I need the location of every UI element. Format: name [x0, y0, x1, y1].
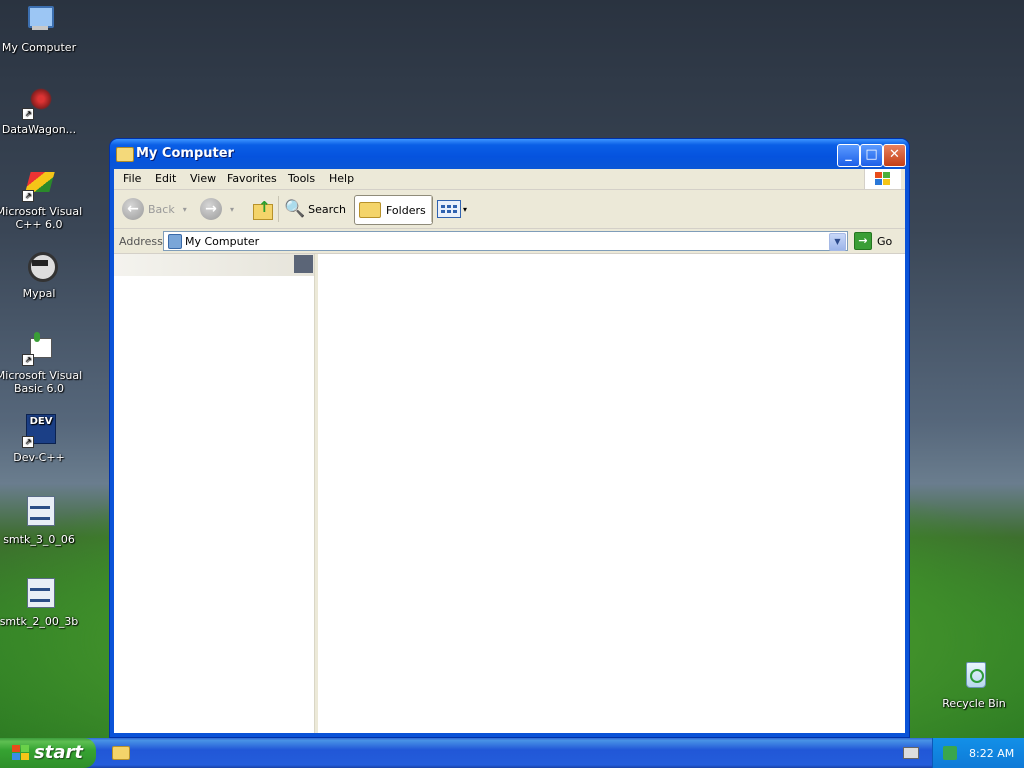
desktop-icon-dev-cpp[interactable]: DEV ↗ Dev-C++	[0, 414, 87, 464]
views-icon	[437, 200, 461, 218]
desktop-icon-smtk-2[interactable]: smtk_2_00_3b	[0, 578, 87, 628]
minimize-button[interactable]: _	[837, 144, 860, 167]
computer-icon	[168, 234, 182, 249]
desktop-icon-my-computer[interactable]: My Computer	[0, 4, 87, 54]
address-value: My Computer	[185, 235, 260, 248]
pane-close-button[interactable]	[294, 255, 313, 273]
windows-logo	[864, 169, 901, 189]
toolbar-separator	[278, 196, 279, 222]
folder-icon	[112, 746, 130, 760]
desktop-icon-recycle-bin[interactable]: Recycle Bin	[926, 660, 1022, 710]
address-bar: Address My Computer ▼ → Go	[114, 229, 905, 254]
installer-icon	[22, 578, 56, 612]
toolbar-separator	[431, 196, 432, 222]
shortcut-arrow-icon: ↗	[22, 436, 34, 448]
desktop-icon-mypal[interactable]: Mypal	[0, 250, 87, 300]
visual-basic-icon: ↗	[22, 332, 56, 366]
taskbar-item-my-computer[interactable]	[112, 743, 130, 761]
forward-button[interactable]: → ▾	[200, 195, 234, 223]
go-label: Go	[877, 234, 893, 248]
desktop-icon-label: Microsoft Visual C++ 6.0	[0, 205, 83, 231]
folders-pane-header	[114, 254, 314, 276]
my-computer-window[interactable]: My Computer _ □ ✕ File Edit View Favorit…	[110, 139, 909, 737]
shortcut-arrow-icon: ↗	[22, 108, 34, 120]
go-button[interactable]: → Go	[854, 232, 892, 250]
start-button[interactable]: start	[0, 738, 96, 768]
folders-pane[interactable]	[114, 254, 314, 733]
clock[interactable]: 8:22 AM	[969, 747, 1014, 760]
search-label: Search	[308, 202, 346, 216]
close-button[interactable]: ✕	[883, 144, 906, 167]
windows-flag-icon	[875, 172, 891, 186]
dropdown-arrow-icon: ▾	[230, 204, 235, 214]
maximize-button[interactable]: □	[860, 144, 883, 167]
address-label: Address	[119, 235, 163, 248]
window-title: My Computer	[136, 146, 234, 161]
menu-help[interactable]: Help	[329, 172, 354, 185]
keyboard-icon[interactable]	[903, 747, 919, 759]
minimize-icon: _	[845, 147, 852, 162]
back-button[interactable]: ← Back ▾	[122, 195, 187, 223]
menu-tools[interactable]: Tools	[288, 172, 315, 185]
visual-cpp-icon: ↗	[22, 168, 56, 202]
computer-icon	[22, 4, 56, 38]
desktop-icon-label: Microsoft Visual Basic 6.0	[0, 369, 83, 395]
shortcut-arrow-icon: ↗	[22, 354, 34, 366]
chevron-down-icon: ▼	[834, 237, 841, 246]
up-button[interactable]: ↑	[249, 195, 275, 223]
folders-button[interactable]: Folders	[354, 195, 433, 225]
folders-label: Folders	[386, 203, 426, 217]
windows-flag-icon	[12, 745, 30, 761]
menu-file[interactable]: File	[123, 172, 141, 185]
network-icon[interactable]	[943, 746, 957, 760]
go-arrow-icon: →	[854, 232, 872, 250]
dropdown-arrow-icon: ▾	[182, 204, 187, 214]
menu-bar: File Edit View Favorites Tools Help	[114, 169, 905, 190]
views-button[interactable]: ▾	[437, 195, 467, 223]
folder-up-icon: ↑	[251, 198, 273, 220]
desktop-icon-label: My Computer	[1, 41, 77, 54]
desktop-icon-visual-basic[interactable]: ↗ Microsoft Visual Basic 6.0	[0, 332, 87, 395]
start-label: start	[34, 742, 83, 763]
desktop-icon-label: smtk_3_0_06	[3, 533, 75, 546]
content-pane[interactable]	[318, 254, 905, 733]
desktop-icon-label: smtk_2_00_3b	[0, 615, 79, 628]
close-icon: ✕	[889, 147, 900, 162]
menu-edit[interactable]: Edit	[155, 172, 176, 185]
recycle-bin-icon	[957, 660, 991, 694]
shortcut-arrow-icon: ↗	[22, 190, 34, 202]
folder-icon	[359, 202, 381, 218]
forward-arrow-icon: →	[200, 198, 222, 220]
folder-icon	[116, 147, 134, 162]
datawagon-icon: ↗	[22, 86, 56, 120]
back-label: Back	[148, 202, 175, 216]
desktop-icon-visual-cpp[interactable]: ↗ Microsoft Visual C++ 6.0	[0, 168, 87, 231]
standard-toolbar: ← Back ▾ → ▾ ↑ 🔍 Search Folders ▾	[114, 190, 905, 229]
raccoon-icon	[22, 250, 58, 284]
dropdown-arrow-icon: ▾	[463, 204, 468, 214]
system-tray: 8:22 AM	[932, 738, 1024, 768]
desktop-icon-smtk-3[interactable]: smtk_3_0_06	[0, 496, 87, 546]
back-arrow-icon: ←	[122, 198, 144, 220]
menu-view[interactable]: View	[190, 172, 216, 185]
installer-icon	[22, 496, 56, 530]
address-input[interactable]: My Computer ▼	[163, 231, 848, 251]
desktop-icon-label: DataWagon...	[1, 123, 77, 136]
title-bar[interactable]: My Computer _ □ ✕	[110, 139, 909, 169]
menu-favorites[interactable]: Favorites	[227, 172, 277, 185]
search-button[interactable]: 🔍 Search	[284, 195, 346, 223]
desktop-icon-datawagon[interactable]: ↗ DataWagon...	[0, 86, 87, 136]
address-dropdown-button[interactable]: ▼	[829, 233, 846, 251]
dev-cpp-icon: DEV ↗	[22, 414, 56, 448]
desktop-icon-label: Dev-C++	[13, 451, 65, 464]
search-icon: 🔍	[284, 199, 306, 219]
taskbar: start 8:22 AM	[0, 738, 1024, 768]
desktop-icon-label: Mypal	[22, 287, 56, 300]
maximize-icon: □	[865, 147, 878, 162]
desktop-icon-label: Recycle Bin	[942, 697, 1006, 710]
window-client: File Edit View Favorites Tools Help ← Ba…	[114, 169, 905, 733]
